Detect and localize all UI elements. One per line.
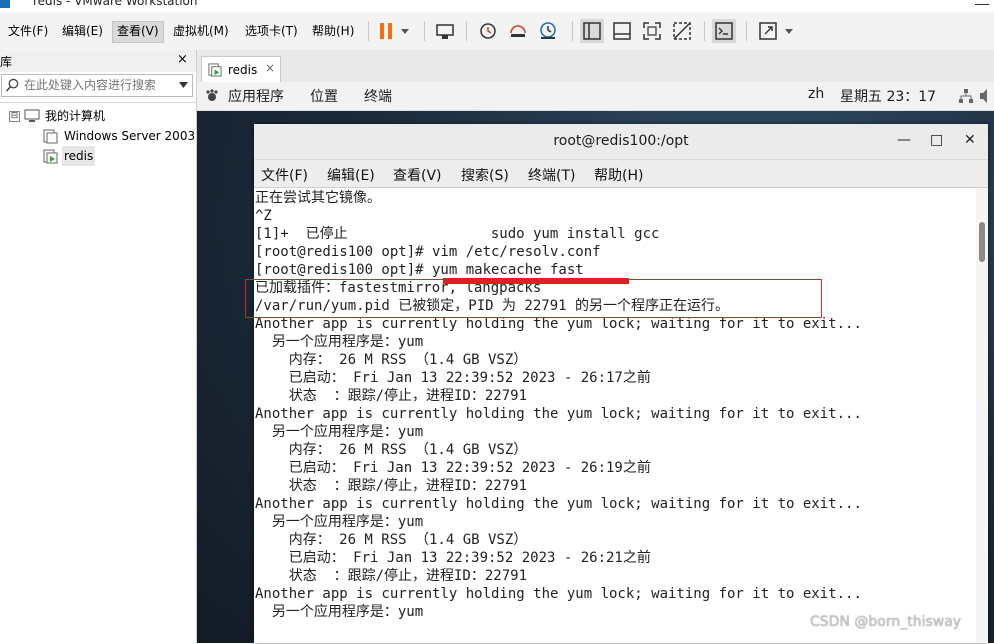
volume-icon[interactable] [979,88,993,104]
revert-snapshot-icon[interactable] [506,19,530,43]
vm-running-icon [43,149,58,164]
toolbar-separator [424,21,425,41]
library-header: 库 × [0,50,196,72]
terminal-line: 状态 ：跟踪/停止，进程ID：22791 [255,478,528,494]
annotation-highlight-box [245,279,822,318]
terminal-line: Another app is currently holding the yum… [255,496,862,512]
input-language-indicator[interactable]: zh [808,86,824,102]
stretch-icon[interactable] [756,19,780,43]
search-icon [5,78,19,92]
terminal-line: 已启动： Fri Jan 13 22:39:52 2023 - 26:19之前 [255,460,651,476]
toolbar-separator [466,21,467,41]
minimize-button[interactable]: — [897,132,911,148]
terminal-menu-search[interactable]: 搜索(S) [461,165,509,185]
terminal-line: Another app is currently holding the yum… [255,586,862,602]
unity-icon[interactable] [670,19,694,43]
chevron-down-icon[interactable] [178,80,189,90]
network-icon[interactable] [958,88,974,104]
send-keys-icon[interactable] [434,19,458,43]
library-panel: 库 × ⊟ 我的计算机 Windows Server 2003 redis [0,50,197,643]
menu-file[interactable]: 文件(F) [4,21,52,41]
gnome-terminal-menu[interactable]: 终端 [364,86,392,106]
library-search-input[interactable] [24,76,169,93]
fullscreen-icon[interactable] [640,19,664,43]
library-search-box[interactable] [1,74,193,97]
scrollbar-thumb[interactable] [979,222,985,262]
pause-icon[interactable] [374,19,398,43]
toolbar-separator [704,21,705,41]
toolbar-separator [572,21,573,41]
menu-view[interactable]: 查看(V) [112,21,164,43]
terminal-line: 另一个应用程序是：yum [255,424,424,440]
terminal-line: 状态 ：跟踪/停止，进程ID：22791 [255,388,528,404]
window-titlebar: redis - VMware Workstation [0,0,994,12]
vmware-app-icon [0,0,10,8]
toolbar-separator [368,21,369,41]
terminal-menu-terminal[interactable]: 终端(T) [528,165,575,185]
terminal-window: root@redis100:/opt — □ ✕ 文件(F) 编辑(E) 查看(… [254,124,988,643]
terminal-line: [root@redis100 opt]# vim /etc/resolv.con… [255,244,601,260]
close-button[interactable]: ✕ [964,132,976,148]
gnome-foot-icon [206,89,218,101]
snapshot-manager-icon[interactable] [536,19,560,43]
tree-item-windows-server[interactable]: Windows Server 2003 [64,126,195,146]
menubar: 文件(F) 编辑(E) 查看(V) 虚拟机(M) 选项卡(T) 帮助(H) [0,12,994,51]
terminal-line: 内存： 26 M RSS （1.4 GB VSZ） [255,352,528,368]
terminal-titlebar: root@redis100:/opt — □ ✕ [254,124,988,160]
gnome-applications-menu[interactable]: 应用程序 [228,86,284,106]
terminal-menu-help[interactable]: 帮助(H) [594,165,643,185]
tree-collapse-toggle[interactable]: ⊟ [9,111,20,122]
library-title: 库 [0,55,13,69]
tab-redis[interactable]: redis × [201,56,281,83]
tab-label: redis [228,63,258,77]
vm-tabstrip: redis × [197,50,994,83]
thumbnail-bar-icon[interactable] [610,19,634,43]
terminal-line: ^Z [255,208,272,224]
clock[interactable]: 星期五 23：17 [840,86,936,106]
menu-tabs[interactable]: 选项卡(T) [241,21,302,41]
terminal-line: [1]+ 已停止 sudo yum install gcc [255,226,660,242]
terminal-line: 另一个应用程序是：yum [255,514,424,530]
gnome-top-bar: 应用程序 位置 终端 zh 星期五 23：17 [197,82,994,111]
library-close-button[interactable]: × [177,52,188,67]
terminal-line: 已启动： Fri Jan 13 22:39:52 2023 - 26:21之前 [255,550,651,566]
terminal-line: 另一个应用程序是：yum [255,334,424,350]
terminal-scrollbar[interactable] [976,188,988,643]
menu-edit[interactable]: 编辑(E) [58,21,107,41]
terminal-line: 内存： 26 M RSS （1.4 GB VSZ） [255,442,528,458]
terminal-line: 正在尝试其它镜像。 [255,190,381,206]
terminal-line: [root@redis100 opt]# yum makecache fast [255,262,584,278]
vm-icon [43,129,58,144]
terminal-menubar: 文件(F) 编辑(E) 查看(V) 搜索(S) 终端(T) 帮助(H) [254,160,988,188]
window-minimize-button[interactable] [975,4,989,5]
console-view-icon[interactable] [712,19,736,43]
toolbar-separator [746,21,747,41]
terminal-line: 内存： 26 M RSS （1.4 GB VSZ） [255,532,528,548]
computer-icon [24,109,40,122]
terminal-menu-edit[interactable]: 编辑(E) [327,165,375,185]
tree-item-redis[interactable]: redis [62,146,96,166]
watermark: CSDN @born_thisway [810,614,962,630]
menu-vm[interactable]: 虚拟机(M) [169,21,233,41]
tree-item-my-computer[interactable]: 我的计算机 [45,106,105,126]
vm-running-icon [208,63,222,77]
menu-help[interactable]: 帮助(H) [308,21,358,41]
terminal-title: root@redis100:/opt [553,133,689,149]
tab-close-button[interactable]: × [265,61,275,75]
library-tree: ⊟ 我的计算机 Windows Server 2003 redis [0,102,196,644]
terminal-line: 已启动： Fri Jan 13 22:39:52 2023 - 26:17之前 [255,370,651,386]
snapshot-icon[interactable] [476,19,500,43]
terminal-menu-view[interactable]: 查看(V) [393,165,442,185]
dropdown-icon[interactable] [398,19,412,43]
terminal-line: 状态 ：跟踪/停止，进程ID：22791 [255,568,528,584]
show-library-icon[interactable] [580,19,604,43]
terminal-output[interactable]: 正在尝试其它镜像。 ^Z [1]+ 已停止 sudo yum install g… [255,189,973,643]
window-title: redis - VMware Workstation [33,0,198,8]
gnome-places-menu[interactable]: 位置 [310,86,338,106]
terminal-menu-file[interactable]: 文件(F) [261,165,308,185]
terminal-line: Another app is currently holding the yum… [255,406,862,422]
maximize-button[interactable]: □ [930,132,943,148]
stretch-dropdown-icon[interactable] [782,19,796,43]
